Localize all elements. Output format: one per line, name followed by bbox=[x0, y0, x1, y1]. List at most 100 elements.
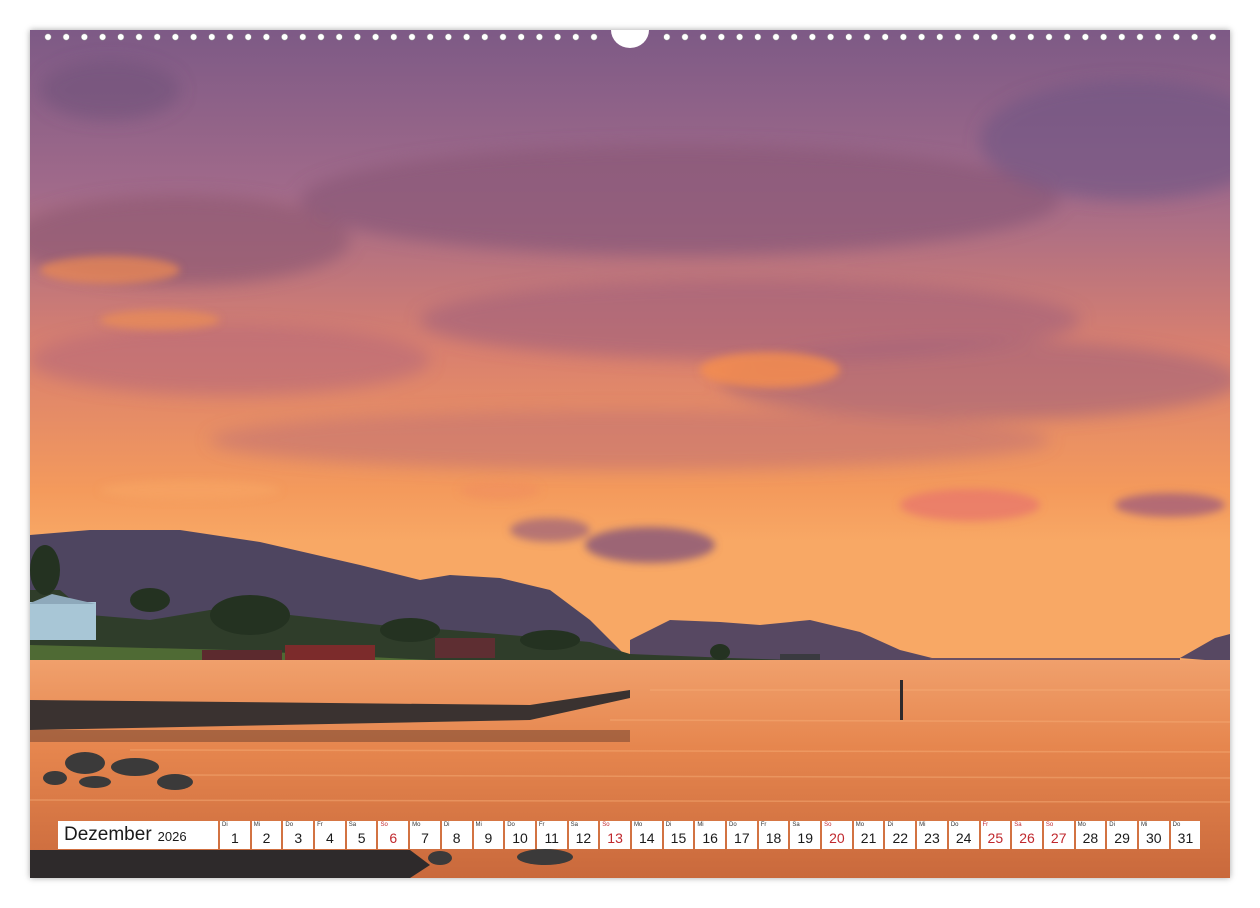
day-number: 3 bbox=[294, 830, 303, 846]
calendar-strip: Dezember 2026 Di 1 Mi 2 Do 3 Fr 4 Sa 5 So 6 Mo 7 Di 8 Mi… bbox=[58, 821, 1202, 849]
binding-hole bbox=[244, 33, 252, 41]
binding-hole bbox=[754, 33, 762, 41]
weekday-abbr: Mo bbox=[633, 822, 643, 828]
binding-hole bbox=[463, 33, 471, 41]
day-cell: Mi 2 bbox=[251, 821, 282, 849]
weekday-abbr: So bbox=[1045, 822, 1054, 828]
binding-hole bbox=[408, 33, 416, 41]
year-label: 2026 bbox=[157, 829, 187, 844]
day-number: 19 bbox=[797, 830, 813, 846]
binding-hole bbox=[335, 33, 343, 41]
weekday-abbr: Mi bbox=[697, 822, 704, 828]
binding-hole bbox=[499, 33, 507, 41]
day-number: 10 bbox=[512, 830, 528, 846]
binding-hole bbox=[972, 33, 980, 41]
binding-hole bbox=[936, 33, 944, 41]
weekday-abbr: Sa bbox=[348, 822, 357, 828]
day-number: 27 bbox=[1050, 830, 1067, 846]
day-cell: Do 17 bbox=[727, 821, 757, 849]
day-number: 18 bbox=[765, 830, 782, 846]
weekday-abbr: Di bbox=[222, 822, 228, 828]
day-number: 7 bbox=[421, 830, 429, 846]
weekday-abbr: Fr bbox=[982, 822, 989, 828]
binding-hole bbox=[1045, 33, 1053, 41]
binding-hole bbox=[517, 33, 525, 41]
day-cell: Sa 19 bbox=[790, 821, 821, 849]
day-cell: Mo 7 bbox=[410, 821, 440, 849]
day-cell: Do 10 bbox=[505, 821, 535, 849]
day-cell: Sa 12 bbox=[568, 821, 599, 849]
binding-hole bbox=[1027, 33, 1035, 41]
weekday-abbr: Do bbox=[950, 822, 959, 828]
day-cell: Fr 18 bbox=[758, 821, 789, 849]
day-number: 21 bbox=[860, 830, 877, 846]
binding-hole bbox=[1191, 33, 1199, 41]
day-number: 28 bbox=[1082, 830, 1099, 846]
binding-hole bbox=[954, 33, 962, 41]
binding-hole bbox=[899, 33, 907, 41]
hanger-cutout bbox=[611, 30, 649, 48]
binding-hole bbox=[390, 33, 398, 41]
weekday-abbr: Do bbox=[1172, 822, 1181, 828]
day-number: 17 bbox=[734, 830, 750, 846]
weekday-abbr: Fr bbox=[317, 822, 323, 828]
day-cell: Mo 28 bbox=[1075, 821, 1106, 849]
binding-hole bbox=[1118, 33, 1126, 41]
day-cell: Do 3 bbox=[283, 821, 314, 849]
day-cell: Di 1 bbox=[220, 821, 250, 849]
spiral-binding bbox=[30, 30, 1230, 50]
binding-hole bbox=[1100, 33, 1108, 41]
weekday-abbr: Sa bbox=[792, 822, 800, 828]
binding-hole bbox=[1063, 33, 1071, 41]
binding-hole bbox=[572, 33, 580, 41]
day-cell: Sa 26 bbox=[1012, 821, 1042, 849]
day-number: 20 bbox=[829, 830, 845, 846]
day-cell: Do 24 bbox=[948, 821, 979, 849]
binding-hole bbox=[663, 33, 671, 41]
weekday-abbr: Mo bbox=[412, 822, 421, 828]
weekday-abbr: So bbox=[602, 822, 610, 828]
day-cell: Mo 21 bbox=[853, 821, 884, 849]
day-number: 11 bbox=[544, 830, 559, 846]
day-number: 6 bbox=[389, 830, 398, 846]
binding-hole bbox=[426, 33, 434, 41]
binding-hole bbox=[845, 33, 853, 41]
day-number: 8 bbox=[452, 830, 461, 846]
day-cell: Sa 5 bbox=[346, 821, 377, 849]
weekday-abbr: Di bbox=[443, 822, 450, 828]
binding-hole bbox=[772, 33, 780, 41]
binding-hole bbox=[681, 33, 689, 41]
weekday-abbr: Fr bbox=[538, 822, 545, 828]
binding-hole bbox=[1136, 33, 1144, 41]
day-cell: Fr 25 bbox=[980, 821, 1011, 849]
day-cell: Mi 23 bbox=[917, 821, 947, 849]
weekday-abbr: Di bbox=[665, 822, 672, 828]
day-number: 9 bbox=[484, 830, 493, 846]
day-cell: So 13 bbox=[600, 821, 630, 849]
binding-hole bbox=[208, 33, 216, 41]
weekday-abbr: Di bbox=[887, 822, 894, 828]
day-number: 12 bbox=[575, 830, 592, 846]
binding-hole bbox=[117, 33, 125, 41]
day-number: 22 bbox=[892, 830, 909, 846]
month-name: Dezember bbox=[64, 824, 152, 845]
weekday-abbr: Sa bbox=[1014, 822, 1022, 828]
binding-hole bbox=[1154, 33, 1162, 41]
binding-hole bbox=[135, 33, 143, 41]
day-number: 13 bbox=[607, 830, 623, 846]
binding-hole bbox=[481, 33, 489, 41]
binding-hole bbox=[699, 33, 707, 41]
weekday-abbr: Mo bbox=[1077, 822, 1086, 828]
day-cells: Di 1 Mi 2 Do 3 Fr 4 Sa 5 So 6 Mo 7 Di 8 Mi 9 Do 10 Fr 11 Sa 12 S… bbox=[220, 821, 1202, 849]
day-cell: Di 29 bbox=[1107, 821, 1137, 849]
day-cell: Mi 30 bbox=[1138, 821, 1169, 849]
day-number: 16 bbox=[702, 830, 718, 846]
day-cell: Mi 16 bbox=[695, 821, 725, 849]
binding-hole bbox=[444, 33, 452, 41]
sunset-fjord-photo bbox=[30, 30, 1230, 878]
day-cell: So 6 bbox=[378, 821, 409, 849]
day-cell: So 27 bbox=[1043, 821, 1074, 849]
binding-hole bbox=[190, 33, 198, 41]
binding-hole bbox=[44, 33, 52, 41]
day-cell: Di 15 bbox=[663, 821, 694, 849]
